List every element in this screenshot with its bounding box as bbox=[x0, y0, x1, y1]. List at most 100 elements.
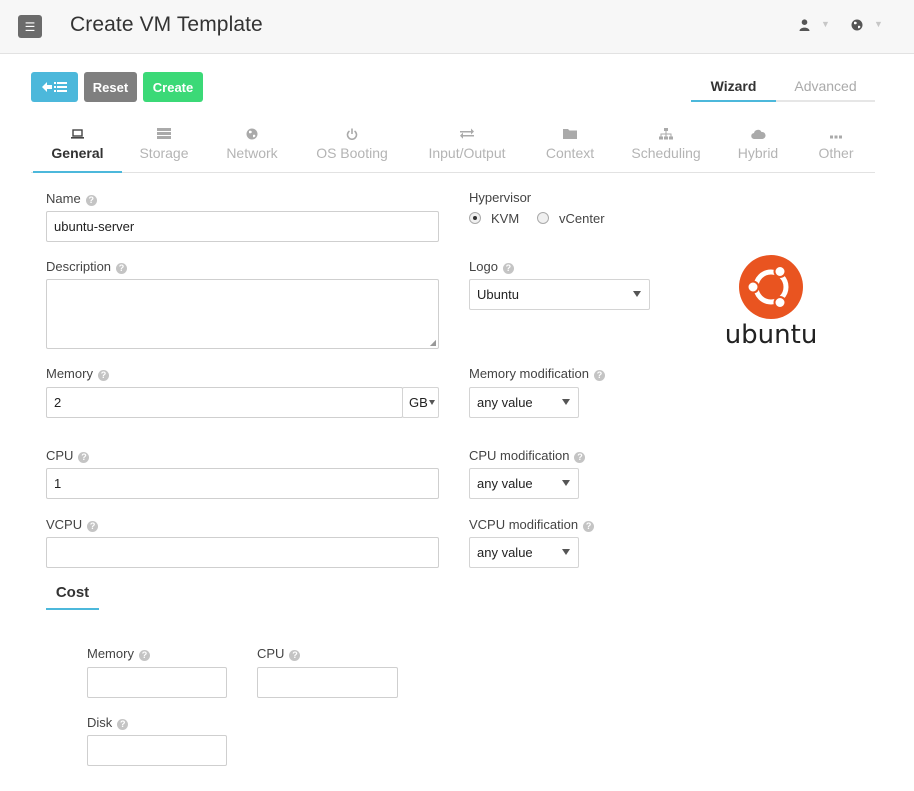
exchange-icon bbox=[419, 128, 515, 145]
memory-modification-label: Memory modification? bbox=[469, 366, 605, 381]
vcpu-modification-label-text: VCPU modification bbox=[469, 517, 579, 532]
hypervisor-vcenter-radio[interactable] bbox=[537, 212, 549, 224]
hypervisor-kvm-label[interactable]: KVM bbox=[491, 211, 519, 226]
description-textarea[interactable]: ◢ bbox=[46, 279, 439, 349]
globe-icon[interactable] bbox=[851, 19, 863, 31]
tab-storage[interactable]: Storage bbox=[133, 128, 195, 173]
name-input[interactable]: ubuntu-server bbox=[46, 211, 439, 242]
storage-icon bbox=[133, 128, 195, 145]
name-label-text: Name bbox=[46, 191, 81, 206]
tab-scheduling[interactable]: Scheduling bbox=[626, 128, 706, 173]
vcpu-modification-select[interactable]: any value bbox=[469, 537, 579, 568]
hypervisor-kvm-radio[interactable] bbox=[469, 212, 481, 224]
memory-unit-select[interactable]: GB bbox=[402, 387, 439, 418]
cost-disk-input[interactable] bbox=[87, 735, 227, 766]
help-icon[interactable]: ? bbox=[116, 263, 128, 274]
chevron-down-icon[interactable]: ▼ bbox=[821, 19, 830, 29]
help-icon[interactable]: ? bbox=[289, 650, 301, 661]
cost-memory-label: Memory? bbox=[87, 646, 150, 661]
tab-network[interactable]: Network bbox=[217, 128, 287, 173]
folder-icon bbox=[538, 128, 602, 145]
description-label-text: Description bbox=[46, 259, 112, 274]
cpu-modification-value: any value bbox=[477, 476, 533, 491]
tab-general[interactable]: General bbox=[33, 128, 122, 173]
tab-label: Context bbox=[545, 145, 595, 161]
tab-other[interactable]: Other bbox=[810, 128, 862, 173]
logo-select[interactable]: Ubuntu bbox=[469, 279, 650, 310]
help-icon[interactable]: ? bbox=[97, 370, 109, 381]
description-label: Description? bbox=[46, 259, 128, 274]
help-icon[interactable]: ? bbox=[593, 370, 605, 381]
chevron-down-icon bbox=[562, 480, 570, 486]
memory-label-text: Memory bbox=[46, 366, 93, 381]
back-to-list-icon bbox=[41, 82, 67, 92]
logo-label: Logo? bbox=[469, 259, 514, 274]
laptop-icon bbox=[33, 128, 122, 145]
vcpu-modification-value: any value bbox=[477, 545, 533, 560]
cost-disk-label: Disk? bbox=[87, 715, 129, 730]
vcpu-modification-label: VCPU modification? bbox=[469, 517, 595, 532]
vcpu-input[interactable] bbox=[46, 537, 439, 568]
memory-modification-select[interactable]: any value bbox=[469, 387, 579, 418]
help-icon[interactable]: ? bbox=[502, 263, 514, 274]
globe-icon bbox=[217, 128, 287, 145]
chevron-down-icon bbox=[562, 549, 570, 555]
vcpu-label: VCPU? bbox=[46, 517, 99, 532]
help-icon[interactable]: ? bbox=[117, 719, 129, 730]
cpu-input[interactable]: 1 bbox=[46, 468, 439, 499]
tab-label: Scheduling bbox=[631, 145, 701, 161]
cost-disk-label-text: Disk bbox=[87, 715, 113, 730]
ubuntu-logo: ubuntu bbox=[722, 254, 820, 350]
hypervisor-vcenter-label[interactable]: vCenter bbox=[559, 211, 605, 226]
sitemap-icon bbox=[626, 128, 706, 145]
resize-grip-icon[interactable]: ◢ bbox=[430, 338, 436, 347]
memory-modification-value: any value bbox=[477, 395, 533, 410]
tab-label: Hybrid bbox=[737, 145, 779, 161]
tab-os-booting[interactable]: OS Booting bbox=[310, 128, 394, 173]
hamburger-icon[interactable]: ☰ bbox=[18, 15, 42, 38]
help-icon[interactable]: ? bbox=[78, 452, 90, 463]
tab-label: Other bbox=[818, 145, 854, 161]
memory-modification-label-text: Memory modification bbox=[469, 366, 589, 381]
chevron-down-icon bbox=[429, 400, 435, 405]
name-label: Name? bbox=[46, 191, 97, 206]
page-title: Create VM Template bbox=[70, 13, 263, 36]
back-to-list-button[interactable] bbox=[31, 72, 78, 102]
cost-cpu-label-text: CPU bbox=[257, 646, 285, 661]
chevron-down-icon[interactable]: ▼ bbox=[874, 19, 883, 29]
cost-section-title: Cost bbox=[46, 584, 99, 610]
cloud-icon bbox=[730, 128, 786, 145]
help-icon[interactable]: ? bbox=[583, 521, 595, 532]
cost-cpu-input[interactable] bbox=[257, 667, 398, 698]
tab-advanced[interactable]: Advanced bbox=[776, 78, 875, 102]
cpu-label: CPU? bbox=[46, 448, 90, 463]
logo-label-text: Logo bbox=[469, 259, 498, 274]
tab-context[interactable]: Context bbox=[538, 128, 602, 173]
memory-input[interactable]: 2 bbox=[46, 387, 403, 418]
ellipsis-icon bbox=[810, 128, 862, 145]
vcpu-label-text: VCPU bbox=[46, 517, 83, 532]
reset-button[interactable]: Reset bbox=[84, 72, 137, 102]
user-icon[interactable] bbox=[799, 19, 810, 31]
tab-input-output[interactable]: Input/Output bbox=[419, 128, 515, 173]
help-icon[interactable]: ? bbox=[85, 195, 97, 206]
ubuntu-logo-text: ubuntu bbox=[725, 320, 818, 346]
cost-memory-input[interactable] bbox=[87, 667, 227, 698]
top-header: ☰ Create VM Template ▼ ▼ bbox=[0, 0, 914, 54]
cpu-modification-select[interactable]: any value bbox=[469, 468, 579, 499]
hypervisor-label: Hypervisor bbox=[469, 190, 532, 205]
tab-label: Input/Output bbox=[428, 145, 506, 161]
help-icon[interactable]: ? bbox=[138, 650, 150, 661]
tab-hybrid[interactable]: Hybrid bbox=[730, 128, 786, 173]
cpu-modification-label: CPU modification? bbox=[469, 448, 586, 463]
cpu-label-text: CPU bbox=[46, 448, 74, 463]
chevron-down-icon bbox=[633, 291, 641, 297]
tab-label: General bbox=[51, 145, 104, 161]
cpu-modification-label-text: CPU modification bbox=[469, 448, 570, 463]
tab-wizard[interactable]: Wizard bbox=[691, 78, 776, 102]
create-button[interactable]: Create bbox=[143, 72, 203, 102]
help-icon[interactable]: ? bbox=[574, 452, 586, 463]
help-icon[interactable]: ? bbox=[87, 521, 99, 532]
tab-label: Network bbox=[226, 145, 278, 161]
cost-memory-label-text: Memory bbox=[87, 646, 134, 661]
